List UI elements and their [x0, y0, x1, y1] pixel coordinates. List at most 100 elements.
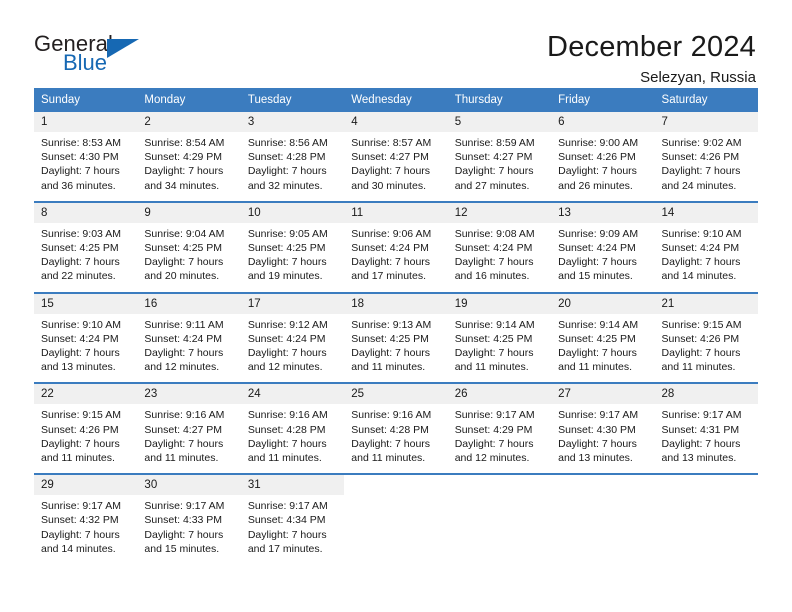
calendar-day-cell[interactable]: 14 Sunrise: 9:10 AM Sunset: 4:24 PM Dayligh…	[654, 200, 758, 293]
calendar-day-cell[interactable]: 20 Sunrise: 9:14 AM Sunset: 4:25 PM Dayligh…	[551, 291, 655, 384]
sunrise-text: Sunrise: 9:14 AM	[454, 318, 535, 331]
daylight-text-line1: Daylight: 7 hours	[558, 256, 637, 269]
calendar-day-cell[interactable]: 6 Sunrise: 9:00 AM Sunset: 4:26 PM Daylight…	[551, 112, 655, 202]
daylight-text-line2: and 11 minutes.	[247, 452, 322, 465]
calendar-day-cell[interactable]: 12 Sunrise: 9:08 AM Sunset: 4:24 PM Dayligh…	[447, 200, 552, 293]
day-details: Sunrise: 9:11 AM Sunset: 4:24 PM Daylight:…	[137, 314, 240, 383]
day-details: Sunrise: 9:06 AM Sunset: 4:24 PM Daylight:…	[344, 223, 447, 292]
calendar-day-cell[interactable]: 30 Sunrise: 9:17 AM Sunset: 4:33 PM Dayligh…	[137, 473, 241, 565]
day-details: Sunrise: 9:16 AM Sunset: 4:28 PM Daylight:…	[241, 404, 344, 473]
daylight-text-line2: and 11 minutes.	[144, 452, 219, 465]
sunrise-text: Sunrise: 9:08 AM	[454, 227, 535, 240]
sunset-text: Sunset: 4:24 PM	[661, 242, 740, 255]
sunrise-text: Sunrise: 9:17 AM	[247, 500, 328, 513]
calendar-day-cell[interactable]: 4 Sunrise: 8:57 AM Sunset: 4:27 PM Daylight…	[344, 112, 448, 202]
day-details: Sunrise: 9:15 AM Sunset: 4:26 PM Daylight:…	[655, 314, 758, 383]
weekday-header-monday: Monday	[137, 88, 241, 112]
daylight-text-line1: Daylight: 7 hours	[558, 437, 637, 450]
calendar-day-cell[interactable]: 10 Sunrise: 9:05 AM Sunset: 4:25 PM Dayligh…	[240, 200, 345, 293]
sunset-text: Sunset: 4:24 PM	[454, 242, 533, 255]
calendar-day-cell[interactable]: 28 Sunrise: 9:17 AM Sunset: 4:31 PM Dayligh…	[654, 382, 758, 475]
calendar-day-cell[interactable]: 21 Sunrise: 9:15 AM Sunset: 4:26 PM Dayligh…	[654, 291, 758, 384]
sunset-text: Sunset: 4:30 PM	[41, 151, 119, 164]
sunrise-text: Sunrise: 9:17 AM	[144, 500, 225, 513]
daylight-text-line1: Daylight: 7 hours	[41, 165, 120, 178]
sunrise-text: Sunrise: 9:16 AM	[144, 409, 225, 422]
day-number: 31	[240, 475, 345, 496]
sunrise-text: Sunrise: 9:15 AM	[661, 318, 742, 331]
daylight-text-line1: Daylight: 7 hours	[454, 256, 534, 269]
page-subtitle: Selezyan, Russia	[640, 69, 756, 86]
daylight-text-line2: and 11 minutes.	[558, 361, 633, 374]
sunrise-text: Sunrise: 9:14 AM	[558, 318, 639, 331]
calendar-day-cell[interactable]: 18 Sunrise: 9:13 AM Sunset: 4:25 PM Dayligh…	[344, 291, 448, 384]
calendar-day-cell[interactable]: 1 Sunrise: 8:53 AM Sunset: 4:30 PM Daylight…	[34, 112, 138, 202]
daylight-text-line1: Daylight: 7 hours	[41, 347, 120, 360]
calendar-day-cell[interactable]: 11 Sunrise: 9:06 AM Sunset: 4:24 PM Dayligh…	[344, 200, 448, 293]
calendar-day-cell[interactable]: 25 Sunrise: 9:16 AM Sunset: 4:28 PM Dayligh…	[344, 382, 448, 475]
day-details: Sunrise: 9:17 AM Sunset: 4:31 PM Daylight:…	[655, 404, 758, 473]
day-details: Sunrise: 9:04 AM Sunset: 4:25 PM Daylight:…	[137, 223, 240, 292]
day-number: 21	[654, 293, 758, 314]
sunrise-text: Sunrise: 9:00 AM	[558, 137, 639, 149]
sunrise-text: Sunrise: 9:02 AM	[661, 137, 742, 149]
day-number	[447, 475, 552, 496]
day-number	[551, 475, 655, 496]
sunset-text: Sunset: 4:27 PM	[454, 151, 533, 164]
calendar-day-cell[interactable]: 3 Sunrise: 8:56 AM Sunset: 4:28 PM Daylight…	[240, 112, 345, 202]
calendar-day-cell[interactable]: 29 Sunrise: 9:17 AM Sunset: 4:32 PM Dayligh…	[34, 473, 138, 565]
day-number: 28	[654, 384, 758, 405]
sunrise-text: Sunrise: 9:06 AM	[351, 227, 432, 240]
sunset-text: Sunset: 4:32 PM	[41, 514, 119, 527]
calendar-day-cell[interactable]: 26 Sunrise: 9:17 AM Sunset: 4:29 PM Dayligh…	[447, 382, 552, 475]
daylight-text-line2: and 36 minutes.	[41, 179, 116, 192]
day-number: 16	[137, 293, 241, 314]
day-number: 6	[551, 112, 655, 132]
calendar-day-cell[interactable]: 23 Sunrise: 9:16 AM Sunset: 4:27 PM Dayligh…	[137, 382, 241, 475]
day-details: Sunrise: 9:17 AM Sunset: 4:29 PM Daylight:…	[448, 404, 551, 473]
sunset-text: Sunset: 4:24 PM	[41, 332, 119, 345]
daylight-text-line2: and 13 minutes.	[41, 361, 116, 374]
calendar-day-cell[interactable]: 16 Sunrise: 9:11 AM Sunset: 4:24 PM Dayligh…	[137, 291, 241, 384]
daylight-text-line2: and 26 minutes.	[558, 179, 633, 192]
day-details: Sunrise: 9:10 AM Sunset: 4:24 PM Daylight:…	[655, 223, 758, 292]
daylight-text-line2: and 11 minutes.	[661, 361, 736, 374]
calendar-day-cell[interactable]: 15 Sunrise: 9:10 AM Sunset: 4:24 PM Dayligh…	[34, 291, 138, 384]
day-details	[551, 495, 654, 557]
sunrise-text: Sunrise: 9:17 AM	[41, 500, 121, 513]
sunset-text: Sunset: 4:25 PM	[247, 242, 326, 255]
sunrise-text: Sunrise: 9:11 AM	[144, 318, 224, 331]
daylight-text-line1: Daylight: 7 hours	[661, 347, 741, 360]
calendar-day-cell[interactable]: 24 Sunrise: 9:16 AM Sunset: 4:28 PM Dayligh…	[240, 382, 345, 475]
daylight-text-line1: Daylight: 7 hours	[41, 256, 120, 269]
daylight-text-line2: and 16 minutes.	[454, 270, 530, 283]
daylight-text-line1: Daylight: 7 hours	[661, 165, 741, 178]
calendar-day-cell-empty	[551, 473, 655, 565]
daylight-text-line2: and 20 minutes.	[144, 270, 220, 283]
calendar-day-cell[interactable]: 17 Sunrise: 9:12 AM Sunset: 4:24 PM Dayligh…	[240, 291, 345, 384]
day-number: 22	[34, 384, 138, 405]
sunset-text: Sunset: 4:24 PM	[247, 332, 326, 345]
calendar-day-cell[interactable]: 13 Sunrise: 9:09 AM Sunset: 4:24 PM Dayligh…	[551, 200, 655, 293]
calendar-day-cell[interactable]: 2 Sunrise: 8:54 AM Sunset: 4:29 PM Daylight…	[137, 112, 241, 202]
calendar-day-cell[interactable]: 5 Sunrise: 8:59 AM Sunset: 4:27 PM Daylight…	[447, 112, 552, 202]
day-details: Sunrise: 8:54 AM Sunset: 4:29 PM Daylight:…	[137, 132, 240, 201]
day-number: 14	[654, 202, 758, 223]
sunrise-text: Sunrise: 9:05 AM	[247, 227, 328, 240]
calendar-day-cell[interactable]: 19 Sunrise: 9:14 AM Sunset: 4:25 PM Dayligh…	[447, 291, 552, 384]
day-number: 27	[551, 384, 655, 405]
calendar-week-row: 15 Sunrise: 9:10 AM Sunset: 4:24 PM Dayligh…	[34, 291, 758, 384]
day-details: Sunrise: 9:00 AM Sunset: 4:26 PM Daylight:…	[551, 132, 654, 201]
sunrise-text: Sunrise: 9:09 AM	[558, 227, 639, 240]
sunrise-text: Sunrise: 8:59 AM	[454, 137, 535, 149]
daylight-text-line2: and 24 minutes.	[661, 179, 737, 192]
calendar-day-cell[interactable]: 7 Sunrise: 9:02 AM Sunset: 4:26 PM Daylight…	[654, 112, 758, 202]
daylight-text-line2: and 12 minutes.	[247, 361, 323, 374]
calendar-day-cell[interactable]: 8 Sunrise: 9:03 AM Sunset: 4:25 PM Daylight…	[34, 200, 138, 293]
daylight-text-line2: and 12 minutes.	[454, 452, 530, 465]
calendar-day-cell[interactable]: 22 Sunrise: 9:15 AM Sunset: 4:26 PM Dayligh…	[34, 382, 138, 475]
general-blue-logo: General Blue	[34, 30, 154, 74]
calendar-day-cell[interactable]: 27 Sunrise: 9:17 AM Sunset: 4:30 PM Dayligh…	[551, 382, 655, 475]
calendar-day-cell[interactable]: 31 Sunrise: 9:17 AM Sunset: 4:34 PM Dayligh…	[240, 473, 345, 565]
calendar-day-cell[interactable]: 9 Sunrise: 9:04 AM Sunset: 4:25 PM Daylight…	[137, 200, 241, 293]
